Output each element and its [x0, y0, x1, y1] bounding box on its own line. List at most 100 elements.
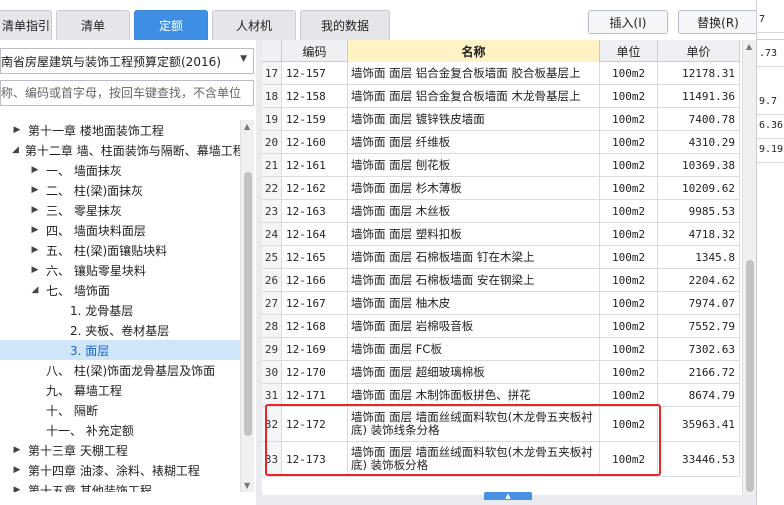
expand-icon[interactable]: ▶ — [12, 465, 22, 475]
collapse-icon[interactable]: ◢ — [30, 285, 40, 295]
expand-icon[interactable]: ▶ — [12, 125, 22, 135]
expand-icon[interactable]: ▶ — [12, 445, 22, 455]
tree-item-label: 2. 夹板、卷材基层 — [70, 323, 170, 338]
tree-item[interactable]: ▶ 一、 墙面抹灰 — [0, 160, 240, 180]
table-row[interactable]: 18 12-158 墙饰面 面层 铝合金复合板墙面 木龙骨基层上 100m2 11491… — [262, 85, 740, 108]
row-price: 4310.29 — [658, 131, 740, 153]
expand-icon[interactable]: ▶ — [30, 265, 40, 275]
tree-item[interactable]: ▶ 第十五章 其他装饰工程 — [0, 480, 240, 493]
tab-list[interactable]: 清单 — [56, 10, 130, 40]
tree-item[interactable]: ▶ 第十三章 天棚工程 — [0, 440, 240, 460]
expand-icon[interactable]: ▶ — [30, 245, 40, 255]
tree-item[interactable]: 3. 面层 — [0, 340, 240, 360]
tree-item[interactable]: ▶ 六、 镶贴零星块料 — [0, 260, 240, 280]
row-code: 12-169 — [282, 338, 348, 360]
row-name: 墙饰面 面层 石棉板墙面 钉在木梁上 — [348, 246, 600, 268]
row-unit: 100m2 — [600, 407, 658, 441]
tree-item[interactable]: 2. 夹板、卷材基层 — [0, 320, 240, 340]
row-name: 墙饰面 面层 石棉板墙面 安在钢梁上 — [348, 269, 600, 291]
tree-item[interactable]: 八、 柱(梁)饰面龙骨基层及饰面 — [0, 360, 240, 380]
expand-icon[interactable]: ▶ — [30, 185, 40, 195]
table-row[interactable]: 21 12-161 墙饰面 面层 刨花板 100m2 10369.38 — [262, 154, 740, 177]
replace-button[interactable]: 替换(R) — [678, 10, 758, 34]
row-index: 31 — [262, 384, 282, 406]
tree-scrollbar[interactable]: ▲ ▼ — [240, 120, 254, 492]
row-name: 墙饰面 面层 塑料扣板 — [348, 223, 600, 245]
expand-icon[interactable]: ▶ — [30, 225, 40, 235]
table-row[interactable]: 26 12-166 墙饰面 面层 石棉板墙面 安在钢梁上 100m2 2204.62 — [262, 269, 740, 292]
expand-icon[interactable]: ▶ — [30, 205, 40, 215]
header-name[interactable]: 名称 — [348, 40, 600, 62]
tree-item[interactable]: 十一、 补充定额 — [0, 420, 240, 440]
header-code[interactable]: 编码 — [282, 40, 348, 62]
table-row[interactable]: 24 12-164 墙饰面 面层 塑料扣板 100m2 4718.32 — [262, 223, 740, 246]
collapse-icon[interactable]: ◢ — [12, 145, 19, 155]
table-row[interactable]: 29 12-169 墙饰面 面层 FC板 100m2 7302.63 — [262, 338, 740, 361]
tree-item-label: 一、 墙面抹灰 — [46, 163, 122, 178]
tree-item[interactable]: ▶ 第十一章 楼地面装饰工程 — [0, 120, 240, 140]
tab-my-data[interactable]: 我的数据 — [300, 10, 390, 40]
tree-item-label: 3. 面层 — [70, 343, 110, 358]
row-name: 墙饰面 面层 墙面丝绒面料软包(木龙骨五夹板衬底) 装饰线条分格 — [348, 407, 600, 441]
table-row[interactable]: 31 12-171 墙饰面 面层 木制饰面板拼色、拼花 100m2 8674.79 — [262, 384, 740, 407]
table-row[interactable]: 17 12-157 墙饰面 面层 铝合金复合板墙面 胶合板基层上 100m2 12178… — [262, 62, 740, 85]
tab-list-guide[interactable]: 清单指引 — [0, 10, 52, 40]
row-name: 墙饰面 面层 木制饰面板拼色、拼花 — [348, 384, 600, 406]
table-row[interactable]: 22 12-162 墙饰面 面层 杉木薄板 100m2 10209.62 — [262, 177, 740, 200]
table-row[interactable]: 30 12-170 墙饰面 面层 超细玻璃棉板 100m2 2166.72 — [262, 361, 740, 384]
row-code: 12-167 — [282, 292, 348, 314]
row-index: 30 — [262, 361, 282, 383]
header-unit[interactable]: 单位 — [600, 40, 658, 62]
tree-item-label: 第十五章 其他装饰工程 — [28, 483, 152, 493]
row-code: 12-159 — [282, 108, 348, 130]
search-input[interactable] — [0, 80, 254, 106]
table-row[interactable]: 23 12-163 墙饰面 面层 木丝板 100m2 9985.53 — [262, 200, 740, 223]
tree-item-label: 四、 墙面块料面层 — [46, 223, 146, 238]
table-row[interactable]: 27 12-167 墙饰面 面层 柚木皮 100m2 7974.07 — [262, 292, 740, 315]
quota-library-select[interactable]: 河南省房屋建筑与装饰工程预算定额(2016) ▼ — [0, 48, 254, 74]
tree-item[interactable]: ▶ 四、 墙面块料面层 — [0, 220, 240, 240]
row-code: 12-162 — [282, 177, 348, 199]
row-code: 12-157 — [282, 62, 348, 84]
row-code: 12-171 — [282, 384, 348, 406]
tree-item[interactable]: ▶ 二、 柱(梁)面抹灰 — [0, 180, 240, 200]
table-scrollbar[interactable]: ▲ — [742, 40, 756, 495]
scroll-down-icon[interactable]: ▼ — [244, 481, 250, 490]
table-scroll-thumb[interactable] — [746, 260, 754, 492]
tree-item[interactable]: ◢ 第十二章 墙、柱面装饰与隔断、幕墙工程 — [0, 140, 240, 160]
row-unit: 100m2 — [600, 62, 658, 84]
table-row[interactable]: 25 12-165 墙饰面 面层 石棉板墙面 钉在木梁上 100m2 1345.8 — [262, 246, 740, 269]
tree-item-label: 七、 墙饰面 — [46, 283, 110, 298]
row-index: 24 — [262, 223, 282, 245]
table-row[interactable]: 20 12-160 墙饰面 面层 纤维板 100m2 4310.29 — [262, 131, 740, 154]
header-price[interactable]: 单价 — [658, 40, 740, 62]
tree-item[interactable]: 九、 幕墙工程 — [0, 380, 240, 400]
row-name: 墙饰面 面层 岩棉吸音板 — [348, 315, 600, 337]
tree-item[interactable]: ▶ 三、 零星抹灰 — [0, 200, 240, 220]
row-index: 21 — [262, 154, 282, 176]
table-row[interactable]: 19 12-159 墙饰面 面层 镀锌铁皮墙面 100m2 7400.78 — [262, 108, 740, 131]
row-price: 2166.72 — [658, 361, 740, 383]
scroll-up-icon[interactable]: ▲ — [746, 42, 752, 51]
row-index: 19 — [262, 108, 282, 130]
insert-button[interactable]: 插入(I) — [588, 10, 668, 34]
tree-item[interactable]: 十、 隔断 — [0, 400, 240, 420]
tree-item[interactable]: 1. 龙骨基层 — [0, 300, 240, 320]
expand-icon[interactable]: ▶ — [30, 165, 40, 175]
table-row[interactable]: 33 12-173 墙饰面 面层 墙面丝绒面料软包(木龙骨五夹板衬底) 装饰板分格 1… — [262, 442, 740, 477]
tree-scroll-thumb[interactable] — [244, 172, 252, 436]
row-price: 11491.36 — [658, 85, 740, 107]
tab-quota[interactable]: 定额 — [134, 10, 208, 40]
table-row[interactable]: 28 12-168 墙饰面 面层 岩棉吸音板 100m2 7552.79 — [262, 315, 740, 338]
tree-item[interactable]: ▶ 第十四章 油漆、涂料、裱糊工程 — [0, 460, 240, 480]
row-price: 35963.41 — [658, 407, 740, 441]
tree-item[interactable]: ◢ 七、 墙饰面 — [0, 280, 240, 300]
scroll-up-icon[interactable]: ▲ — [244, 122, 250, 131]
expand-icon[interactable]: ▶ — [12, 485, 22, 492]
table-row[interactable]: 32 12-172 墙饰面 面层 墙面丝绒面料软包(木龙骨五夹板衬底) 装饰线条分格… — [262, 407, 740, 442]
collapse-handle-icon[interactable]: ▲ — [484, 492, 532, 500]
tree-item-label: 三、 零星抹灰 — [46, 203, 122, 218]
tab-labor-material-machine[interactable]: 人材机 — [212, 10, 296, 40]
clipped-divider — [757, 66, 784, 67]
tree-item[interactable]: ▶ 五、 柱(梁)面镶贴块料 — [0, 240, 240, 260]
